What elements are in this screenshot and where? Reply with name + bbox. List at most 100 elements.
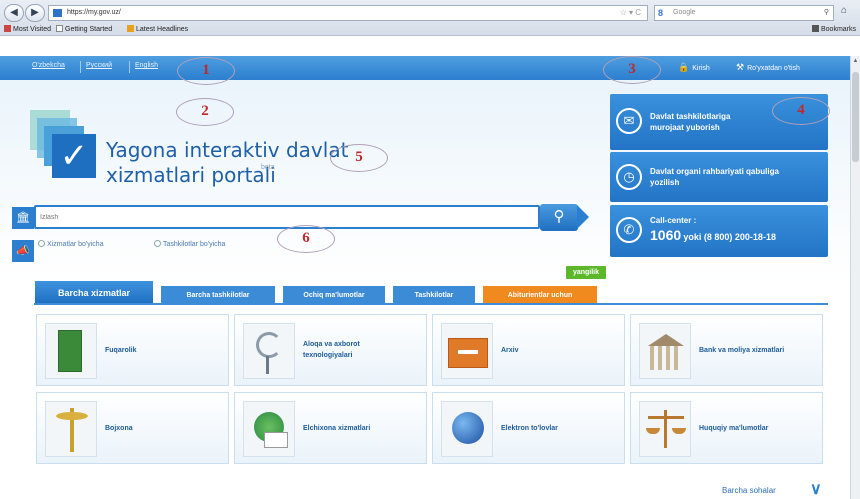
tab-applicants[interactable]: Abiturientlar uchun bbox=[482, 285, 598, 304]
card-text: Davlat organi rahbariyati qabuliga bbox=[650, 167, 779, 176]
browser-toolbar: ◀ ▶ https://my.gov.uz/ ☆ ▾ C 8 Google ⚲ … bbox=[0, 0, 860, 36]
globe-icon bbox=[441, 401, 493, 457]
annotation-marker-6: 6 bbox=[277, 225, 335, 253]
card-text: Davlat tashkilotlariga bbox=[650, 112, 731, 121]
portal-title-line2: xizmatlari portali bbox=[106, 163, 276, 187]
scroll-up-icon[interactable]: ▲ bbox=[852, 58, 859, 66]
tile-label: Elektron to'lovlar bbox=[501, 425, 558, 432]
card-reception-signup[interactable]: ◷ Davlat organi rahbariyati qabuliga yozi… bbox=[610, 152, 828, 202]
tab-all-services[interactable]: Barcha xizmatlar bbox=[34, 280, 154, 304]
building-icon[interactable]: 🏛 bbox=[12, 207, 34, 229]
service-tile-ict[interactable]: Aloqa va axborot texnologiyalari bbox=[234, 314, 427, 386]
satellite-icon bbox=[243, 323, 295, 379]
google-icon: 8 bbox=[658, 8, 664, 18]
star-icon[interactable]: ☆ ▾ C bbox=[620, 6, 641, 20]
home-icon[interactable]: ⌂ bbox=[841, 5, 847, 16]
url-text: https://my.gov.uz/ bbox=[67, 9, 121, 16]
bookmarks-menu[interactable]: Bookmarks bbox=[812, 24, 856, 36]
scales-icon bbox=[639, 401, 691, 457]
embassy-icon bbox=[243, 401, 295, 457]
call-center-label: Call-center : bbox=[650, 216, 697, 225]
page-scrollbar[interactable]: ▲ bbox=[850, 56, 860, 499]
tab-open-data[interactable]: Ochiq ma'lumotlar bbox=[282, 285, 386, 304]
divider bbox=[80, 61, 81, 73]
bank-icon bbox=[639, 323, 691, 379]
tile-label: Huquqiy ma'lumotlar bbox=[699, 425, 769, 432]
tabs-underline bbox=[34, 303, 828, 305]
mail-icon: ✉ bbox=[616, 108, 642, 134]
beta-label: beta bbox=[261, 164, 275, 171]
radio-dot bbox=[154, 240, 161, 247]
browser-search-input[interactable]: 8 Google ⚲ bbox=[654, 5, 834, 21]
annotation-marker-5: 5 bbox=[330, 144, 388, 172]
tile-label: Bojxona bbox=[105, 425, 133, 432]
customs-icon bbox=[45, 401, 97, 457]
register-link[interactable]: ⚒ Ro'yxatdan o'tish bbox=[736, 62, 800, 73]
all-areas-link[interactable]: Barcha sohalar bbox=[722, 486, 776, 495]
search-input[interactable] bbox=[40, 209, 530, 225]
tab-organizations[interactable]: Tashkilotlar bbox=[392, 285, 476, 304]
lang-uzbek[interactable]: O'zbekcha bbox=[32, 62, 65, 69]
favicon-icon bbox=[53, 9, 62, 17]
card-text: murojaat yuborish bbox=[650, 123, 720, 132]
megaphone-icon[interactable]: 📣 bbox=[12, 240, 34, 262]
tile-label: Bank va moliya xizmatlari bbox=[699, 347, 785, 354]
clock-icon: ◷ bbox=[616, 164, 642, 190]
radio-dot bbox=[38, 240, 45, 247]
service-tile-e-payments[interactable]: Elektron to'lovlar bbox=[432, 392, 625, 464]
radio-services[interactable]: Xizmatlar bo'yicha bbox=[38, 240, 104, 248]
tile-label: Fuqarolik bbox=[105, 347, 137, 354]
portal-title-line1: Yagona interaktiv davlat bbox=[106, 138, 349, 162]
login-link[interactable]: 🔒 Kirish bbox=[678, 62, 710, 73]
search-icon: ⚲ bbox=[553, 208, 565, 225]
portal-logo[interactable]: ✓ bbox=[30, 110, 96, 180]
archive-icon bbox=[441, 323, 493, 379]
bookmark-getting-started[interactable]: Getting Started bbox=[56, 24, 112, 36]
lang-english[interactable]: English bbox=[135, 62, 158, 69]
bookmark-most-visited[interactable]: Most Visited bbox=[4, 24, 51, 36]
bookmark-latest-headlines[interactable]: Latest Headlines bbox=[127, 24, 188, 36]
portal-topbar: O'zbekcha Русский English 🔒 Kirish ⚒ Ro'yx… bbox=[0, 56, 850, 80]
service-tile-legal[interactable]: Huquqiy ma'lumotlar bbox=[630, 392, 823, 464]
bookmarks-icon bbox=[812, 25, 819, 32]
service-tile-customs[interactable]: Bojxona bbox=[36, 392, 229, 464]
annotation-marker-2: 2 bbox=[176, 98, 234, 126]
service-tile-bank[interactable]: Bank va moliya xizmatlari bbox=[630, 314, 823, 386]
chevron-down-icon[interactable]: ∨ bbox=[810, 479, 822, 499]
search-button-arrow bbox=[577, 205, 589, 229]
tab-all-organizations[interactable]: Barcha tashkilotlar bbox=[160, 285, 276, 304]
address-bar[interactable]: https://my.gov.uz/ ☆ ▾ C bbox=[48, 5, 648, 21]
passport-icon bbox=[45, 323, 97, 379]
scroll-thumb[interactable] bbox=[852, 72, 859, 162]
radio-organizations[interactable]: Tashkilotlar bo'yicha bbox=[154, 240, 225, 248]
call-center-alt: yoki (8 800) 200-18-18 bbox=[683, 232, 776, 242]
rss-icon bbox=[127, 25, 134, 32]
search-button[interactable]: ⚲ bbox=[540, 204, 578, 231]
tile-label: texnologiyalari bbox=[303, 352, 353, 359]
service-tile-embassy[interactable]: Elchixona xizmatlari bbox=[234, 392, 427, 464]
checkmark-icon: ✓ bbox=[52, 134, 96, 178]
search-icon[interactable]: ⚲ bbox=[824, 6, 829, 20]
page-icon bbox=[56, 25, 63, 32]
back-button[interactable]: ◀ bbox=[4, 4, 24, 22]
tile-label: Elchixona xizmatlari bbox=[303, 425, 371, 432]
browser-search-placeholder: Google bbox=[673, 9, 696, 16]
call-center-number: 1060 bbox=[650, 227, 682, 243]
phone-icon: ✆ bbox=[616, 217, 642, 243]
lang-russian[interactable]: Русский bbox=[86, 62, 112, 69]
annotation-marker-3: 3 bbox=[603, 56, 661, 84]
divider bbox=[129, 61, 130, 73]
service-tile-citizenship[interactable]: Fuqarolik bbox=[36, 314, 229, 386]
card-call-center[interactable]: ✆ Call-center : 1060 yoki (8 800) 200-18-… bbox=[610, 205, 828, 257]
service-tile-archive[interactable]: Arxiv bbox=[432, 314, 625, 386]
bookmark-icon bbox=[4, 25, 11, 32]
annotation-marker-4: 4 bbox=[772, 97, 830, 125]
forward-button[interactable]: ▶ bbox=[25, 4, 45, 22]
tile-label: Aloqa va axborot bbox=[303, 341, 360, 348]
lock-icon: 🔒 bbox=[678, 62, 690, 72]
wrench-icon: ⚒ bbox=[736, 62, 745, 72]
bookmarks-bar: Most Visited Getting Started Latest Head… bbox=[0, 24, 860, 36]
annotation-marker-1: 1 bbox=[177, 57, 235, 85]
card-text: yozilish bbox=[650, 178, 680, 187]
tile-label: Arxiv bbox=[501, 347, 519, 354]
